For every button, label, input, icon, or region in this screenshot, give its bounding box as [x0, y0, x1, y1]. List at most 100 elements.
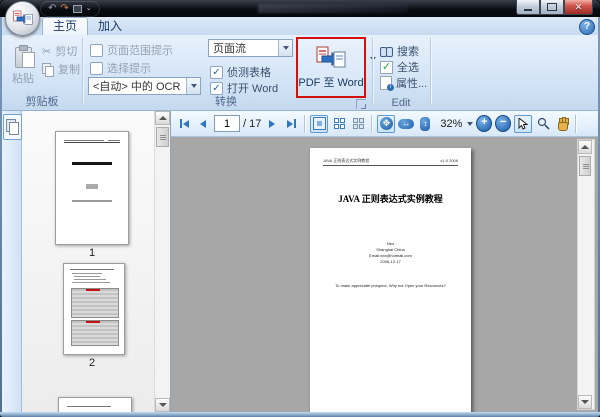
checkbox-icon — [90, 44, 103, 57]
cut-icon: ✂ — [42, 45, 51, 58]
page-thumbnail-1[interactable] — [55, 131, 129, 245]
scroll-down-button[interactable] — [155, 398, 170, 412]
minimize-icon — [524, 9, 532, 11]
ribbon: 粘贴 ✂ 剪切 复制 剪贴板 页面范围提示 选择提示 <自动> 中的 OCR — [2, 35, 598, 111]
facing-pages-view-button[interactable] — [331, 116, 347, 132]
checkbox-checked-icon: ✓ — [210, 66, 223, 79]
continuous-view-button[interactable] — [350, 116, 366, 132]
close-icon: ✕ — [575, 2, 583, 13]
save-icon[interactable] — [73, 5, 82, 13]
zoom-in-button[interactable]: + — [476, 116, 492, 132]
select-all-icon: ✓ — [380, 61, 393, 74]
scroll-up-button[interactable] — [578, 140, 592, 154]
app-menu-button[interactable] — [5, 1, 40, 36]
select-all-label: 全选 — [397, 59, 419, 75]
thumbnail-1-label: 1 — [22, 247, 162, 259]
page-total-label: / 17 — [243, 118, 261, 130]
checkbox-detect-tables[interactable]: ✓ 侦测表格 — [210, 64, 271, 80]
window-border-bottom — [0, 412, 600, 417]
scrollbar-thumb[interactable] — [579, 156, 591, 176]
copy-button[interactable]: 复制 — [42, 61, 80, 77]
zoom-dropdown-icon[interactable] — [467, 122, 473, 126]
pdf-to-word-button[interactable]: PDF 至 Word — [298, 74, 363, 90]
last-page-button[interactable] — [283, 116, 299, 132]
ocr-dropdown-value: <自动> 中的 OCR — [89, 78, 186, 94]
dropdown-arrow-icon[interactable] — [278, 40, 292, 56]
minimize-button[interactable] — [516, 0, 540, 15]
window-border-left — [0, 17, 2, 417]
sidebar-strip — [2, 111, 22, 412]
close-button[interactable]: ✕ — [564, 0, 593, 15]
toolbar-separator — [575, 115, 576, 133]
dropdown-arrow-icon[interactable] — [186, 78, 200, 94]
previous-page-button[interactable] — [195, 116, 211, 132]
zoom-level-label: 32% — [440, 118, 462, 130]
hand-tool-button[interactable] — [554, 116, 570, 132]
single-page-view-button[interactable] — [310, 115, 328, 133]
cut-button[interactable]: ✂ 剪切 — [42, 43, 77, 59]
scroll-down-icon — [159, 403, 167, 407]
checkbox-detect-tables-label: 侦测表格 — [227, 64, 271, 80]
pdf-to-word-highlight: PDF 至 Word — [296, 37, 366, 98]
properties-button[interactable]: 属性... — [380, 75, 427, 91]
scroll-up-icon — [581, 145, 589, 149]
page-thumbnail-2[interactable] — [63, 263, 125, 355]
checkbox-selection-hint[interactable]: 选择提示 — [90, 60, 151, 76]
author-line: 2006-12-17 — [310, 259, 471, 265]
toolbar-separator — [371, 115, 372, 133]
zoom-out-icon: − — [495, 115, 511, 132]
thumbnail-panel: 1 2 — [22, 111, 171, 412]
document-quote: To make appreciate prospect, Why not Ope… — [310, 283, 471, 288]
tab-home[interactable]: 主页 — [42, 17, 88, 35]
paste-icon — [15, 47, 32, 68]
pages-panel-button[interactable] — [3, 114, 22, 140]
checkbox-page-range[interactable]: 页面范围提示 — [90, 42, 173, 58]
scroll-up-button[interactable] — [155, 111, 170, 125]
fit-height-button[interactable]: ↕ — [417, 116, 433, 132]
redo-icon[interactable]: ↷ — [60, 4, 68, 14]
search-button[interactable]: 搜索 — [380, 43, 419, 59]
group-separator — [430, 38, 431, 104]
ribbon-tab-row: 主页 加入 — [2, 17, 598, 35]
first-page-button[interactable] — [176, 116, 192, 132]
group-separator — [372, 38, 373, 104]
checkbox-page-range-label: 页面范围提示 — [107, 42, 173, 58]
fit-width-button[interactable]: ↔ — [398, 116, 414, 132]
document-author-block: Neo Shanghai China Email:xxx@hotmail.com… — [310, 241, 471, 265]
search-icon — [380, 46, 393, 56]
page-number-input[interactable] — [214, 115, 240, 132]
zoom-out-button[interactable]: − — [495, 116, 511, 132]
cursor-icon — [518, 118, 528, 130]
pageflow-dropdown[interactable]: 页面流 — [208, 39, 293, 57]
next-page-button[interactable] — [264, 116, 280, 132]
fit-page-button[interactable]: ✥ — [377, 115, 395, 133]
scroll-down-button[interactable] — [578, 395, 592, 409]
select-tool-button[interactable] — [514, 115, 532, 133]
thumbnail-scrollbar[interactable] — [154, 111, 170, 412]
group-label-clipboard: 剪贴板 — [2, 93, 82, 109]
properties-icon — [380, 76, 392, 90]
maximize-button[interactable] — [540, 0, 564, 15]
document-view[interactable]: JAVA 正则表达式实例教程 v1.0 2006 JAVA 正则表达式实例教程 … — [171, 137, 598, 412]
titlebar: ↶ ↷ ⌄ ✕ — [0, 0, 600, 17]
checkbox-icon — [90, 62, 103, 75]
view-toolbar: / 17 ✥ ↔ ↕ 32% + − — [171, 111, 598, 137]
pdf-to-word-dropdown-arrow[interactable] — [370, 61, 376, 79]
fit-height-icon: ↕ — [420, 117, 430, 131]
scrollbar-thumb[interactable] — [156, 127, 169, 147]
window-controls: ✕ — [516, 0, 593, 15]
search-label: 搜索 — [397, 43, 419, 59]
copy-icon — [42, 63, 54, 75]
document-scrollbar[interactable] — [577, 139, 595, 410]
copy-label: 复制 — [58, 61, 80, 77]
help-button[interactable]: ? — [579, 19, 595, 35]
tab-insert[interactable]: 加入 — [88, 18, 132, 35]
paste-button[interactable]: 粘贴 — [7, 39, 39, 93]
qat-dropdown-icon[interactable]: ⌄ — [86, 4, 92, 14]
marquee-zoom-button[interactable] — [535, 116, 551, 132]
select-all-button[interactable]: ✓ 全选 — [380, 59, 419, 75]
window-title-text — [258, 4, 408, 13]
hand-icon — [556, 118, 568, 130]
undo-icon[interactable]: ↶ — [48, 4, 56, 14]
toolbar-separator — [304, 115, 305, 133]
